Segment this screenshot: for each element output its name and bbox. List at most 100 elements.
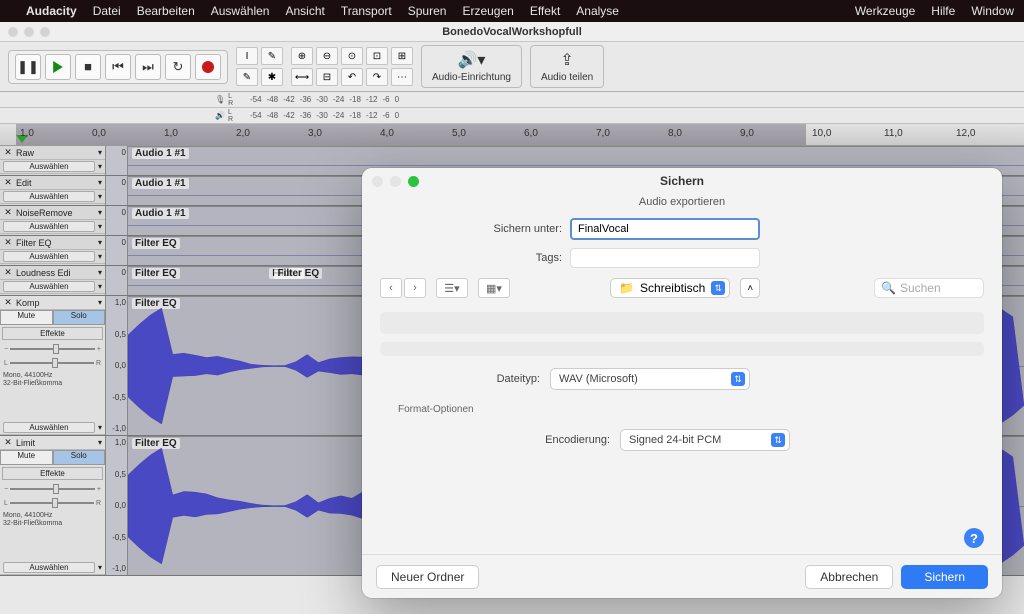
zoom-in-icon[interactable]: ⊕ <box>291 47 313 65</box>
chevron-down-icon[interactable]: ▾ <box>98 563 102 572</box>
zoom-sel-icon[interactable]: ⊙ <box>341 47 363 65</box>
trim-icon[interactable]: ⟷ <box>291 68 313 86</box>
chevron-down-icon[interactable]: ▾ <box>98 238 102 247</box>
select-button[interactable]: Auswählen <box>3 221 95 232</box>
close-track-icon[interactable]: ✕ <box>3 207 13 218</box>
zoom-out-icon[interactable]: ⊖ <box>316 47 338 65</box>
audio-setup-button[interactable]: 🔊▾ Audio-Einrichtung <box>421 45 522 88</box>
chevron-down-icon[interactable]: ▾ <box>98 282 102 291</box>
menu-spuren[interactable]: Spuren <box>408 4 447 18</box>
track-name[interactable]: Loudness Edi <box>16 268 95 278</box>
close-track-icon[interactable]: ✕ <box>3 147 13 158</box>
record-button[interactable] <box>195 54 221 80</box>
clip-label[interactable]: Filter EQ <box>132 238 180 249</box>
chevron-down-icon[interactable]: ▾ <box>98 298 102 307</box>
track-name[interactable]: Limit <box>16 438 95 448</box>
multi-tool-icon[interactable]: ✱ <box>261 68 283 86</box>
tags-input[interactable] <box>570 248 760 268</box>
clip-label[interactable]: Audio 1 #1 <box>132 178 189 189</box>
stop-button[interactable]: ■ <box>75 54 101 80</box>
silence-icon[interactable]: ⊟ <box>316 68 338 86</box>
close-track-icon[interactable]: ✕ <box>3 267 13 278</box>
chevron-down-icon[interactable]: ▾ <box>98 178 102 187</box>
timeline-ruler[interactable]: 1,00,01,02,03,04,05,06,07,08,09,010,011,… <box>0 124 1024 146</box>
dlg-close-icon[interactable] <box>372 176 383 187</box>
select-button[interactable]: Auswählen <box>3 562 95 573</box>
envelope-tool-icon[interactable]: ✎ <box>261 47 283 65</box>
clip-label[interactable]: Filter EQ <box>132 268 180 279</box>
folder-select[interactable]: 📁 Schreibtisch ⇅ <box>610 278 730 298</box>
clip-label[interactable]: Audio 1 #1 <box>132 208 189 219</box>
play-meter[interactable]: 🔊LR -54-48-42-36-30-24-18-12-60 <box>0 108 1024 124</box>
save-as-input[interactable] <box>570 218 760 240</box>
track-name[interactable]: Komp <box>16 298 95 308</box>
chevron-down-icon[interactable]: ▾ <box>98 268 102 277</box>
zoom-fit-icon[interactable]: ⊡ <box>366 47 388 65</box>
menu-hilfe[interactable]: Hilfe <box>931 4 955 18</box>
help-button[interactable]: ? <box>964 528 984 548</box>
chevron-down-icon[interactable]: ▾ <box>98 252 102 261</box>
view-list-button[interactable]: ☰▾ <box>436 278 468 298</box>
record-meter[interactable]: 🎙LR -54-48-42-36-30-24-18-12-60 <box>0 92 1024 108</box>
menu-auswaehlen[interactable]: Auswählen <box>211 4 270 18</box>
pan-slider[interactable]: LR <box>0 496 105 510</box>
solo-button[interactable]: Solo <box>53 310 106 325</box>
dlg-min-icon[interactable] <box>390 176 401 187</box>
pan-slider[interactable]: LR <box>0 356 105 370</box>
expand-button[interactable]: ˄ <box>740 278 760 298</box>
select-button[interactable]: Auswählen <box>3 422 95 433</box>
chevron-down-icon[interactable]: ▾ <box>98 192 102 201</box>
track-name[interactable]: Edit <box>16 178 95 188</box>
search-field[interactable]: 🔍 Suchen <box>874 278 984 298</box>
menu-ansicht[interactable]: Ansicht <box>285 4 324 18</box>
close-track-icon[interactable]: ✕ <box>3 237 13 248</box>
file-browser-strip2[interactable] <box>380 342 984 356</box>
chevron-down-icon[interactable]: ▾ <box>98 423 102 432</box>
track-name[interactable]: NoiseRemove <box>16 208 95 218</box>
solo-button[interactable]: Solo <box>53 450 106 465</box>
close-track-icon[interactable]: ✕ <box>3 177 13 188</box>
track-name[interactable]: Raw <box>16 148 95 158</box>
mute-button[interactable]: Mute <box>0 310 53 325</box>
new-folder-button[interactable]: Neuer Ordner <box>376 565 479 589</box>
skip-end-button[interactable]: ⏭ <box>135 54 161 80</box>
effects-button[interactable]: Effekte <box>2 327 103 340</box>
close-track-icon[interactable]: ✕ <box>3 297 13 308</box>
menu-werkzeuge[interactable]: Werkzeuge <box>855 4 915 18</box>
redo-icon[interactable]: ↷ <box>366 68 388 86</box>
select-button[interactable]: Auswählen <box>3 251 95 262</box>
effects-button[interactable]: Effekte <box>2 467 103 480</box>
undo-icon[interactable]: ↶ <box>341 68 363 86</box>
play-button[interactable] <box>45 54 71 80</box>
nav-back-button[interactable]: ‹ <box>380 278 402 298</box>
draw-tool-icon[interactable]: ✎ <box>236 68 258 86</box>
pause-button[interactable]: ❚❚ <box>15 54 41 80</box>
menu-window[interactable]: Window <box>971 4 1014 18</box>
view-grid-button[interactable]: ▦▾ <box>478 278 510 298</box>
close-track-icon[interactable]: ✕ <box>3 437 13 448</box>
file-browser-strip[interactable] <box>380 312 984 334</box>
audio-share-button[interactable]: ⇪ Audio teilen <box>530 45 604 88</box>
select-button[interactable]: Auswählen <box>3 281 95 292</box>
zoom-toggle-icon[interactable]: ⊞ <box>391 47 413 65</box>
loop-button[interactable]: ↻ <box>165 54 191 80</box>
menu-datei[interactable]: Datei <box>93 4 121 18</box>
menu-effekt[interactable]: Effekt <box>530 4 560 18</box>
save-button[interactable]: Sichern <box>901 565 988 589</box>
app-name[interactable]: Audacity <box>26 4 77 18</box>
encoding-select[interactable]: Signed 24-bit PCM ⇅ <box>620 429 790 451</box>
more-icon[interactable]: ⋯ <box>391 68 413 86</box>
chevron-down-icon[interactable]: ▾ <box>98 162 102 171</box>
select-button[interactable]: Auswählen <box>3 191 95 202</box>
track-name[interactable]: Filter EQ <box>16 238 95 248</box>
chevron-down-icon[interactable]: ▾ <box>98 438 102 447</box>
skip-start-button[interactable]: ⏮ <box>105 54 131 80</box>
mute-button[interactable]: Mute <box>0 450 53 465</box>
select-button[interactable]: Auswählen <box>3 161 95 172</box>
chevron-down-icon[interactable]: ▾ <box>98 148 102 157</box>
menu-erzeugen[interactable]: Erzeugen <box>462 4 513 18</box>
selection-tool-icon[interactable]: I <box>236 47 258 65</box>
gain-slider[interactable]: −+ <box>0 342 105 356</box>
dlg-zoom-icon[interactable] <box>408 176 419 187</box>
clip-label[interactable]: Audio 1 #1 <box>132 148 189 159</box>
